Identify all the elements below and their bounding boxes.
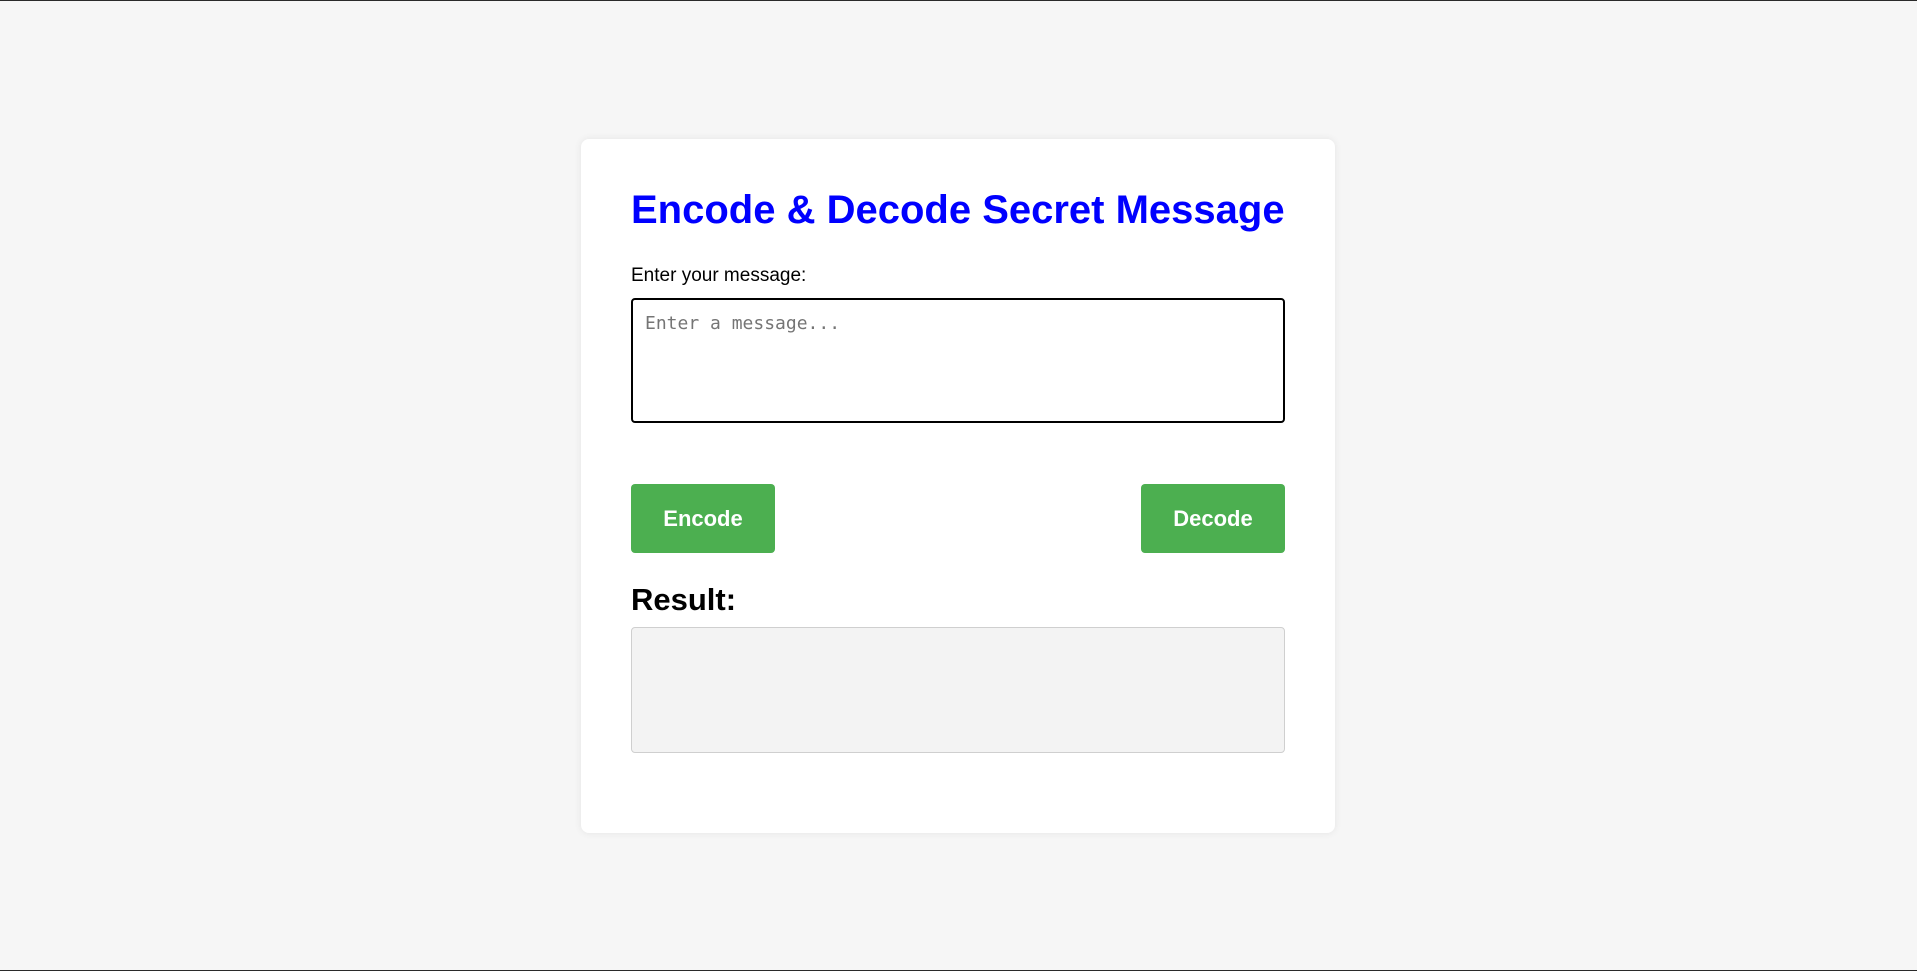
decode-button[interactable]: Decode — [1141, 484, 1285, 553]
result-output — [631, 627, 1285, 753]
encoder-card: Encode & Decode Secret Message Enter you… — [581, 139, 1335, 833]
result-heading: Result: — [631, 582, 737, 617]
message-input[interactable] — [631, 298, 1285, 423]
top-edge-line — [0, 0, 1917, 1]
message-label: Enter your message: — [631, 265, 807, 286]
encode-button[interactable]: Encode — [631, 484, 775, 553]
page-title: Encode & Decode Secret Message — [631, 188, 1285, 232]
